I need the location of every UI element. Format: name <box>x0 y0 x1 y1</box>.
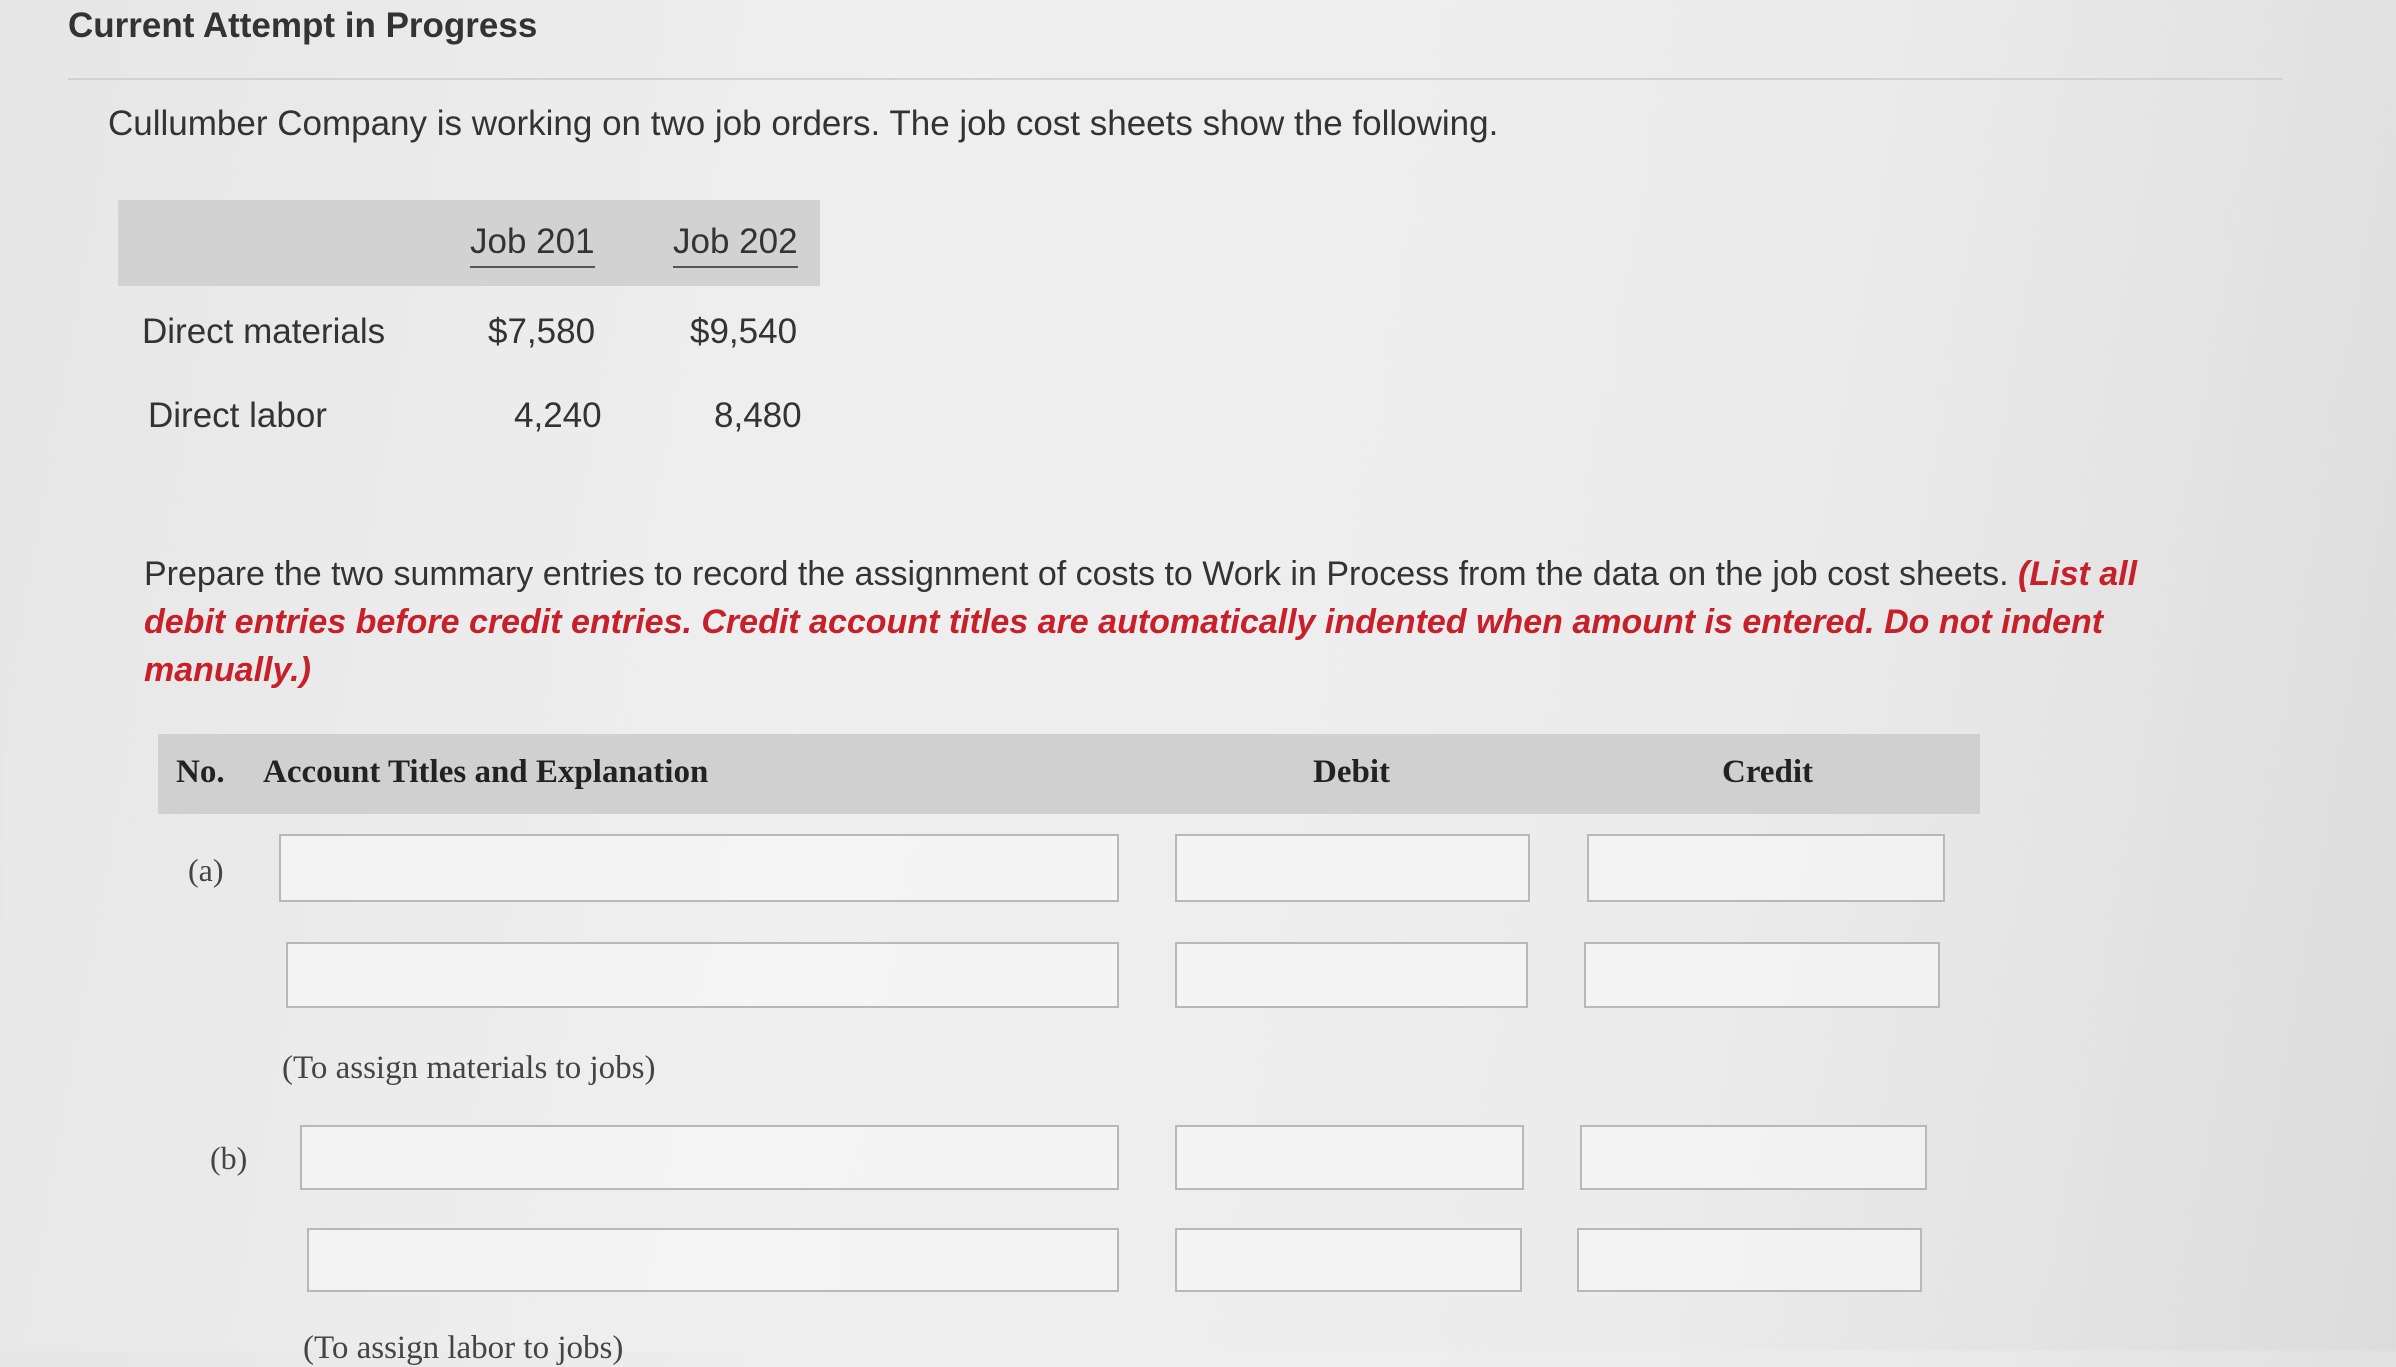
header-divider <box>68 78 2283 80</box>
instructions-plain: Prepare the two summary entries to recor… <box>144 555 2009 593</box>
debit-amount-field[interactable] <box>1175 942 1528 1008</box>
account-title-field[interactable] <box>279 834 1119 902</box>
row-label-direct-labor: Direct labor <box>148 396 327 435</box>
credit-amount-field[interactable] <box>1587 834 1945 902</box>
row-label-direct-materials: Direct materials <box>142 312 386 351</box>
job-201-direct-labor: 4,240 <box>514 396 602 435</box>
debit-amount-field[interactable] <box>1175 1125 1524 1190</box>
job-201-header: Job 201 <box>470 222 595 268</box>
job-table-row: Direct labor 4,240 8,480 <box>118 370 820 454</box>
account-title-field[interactable] <box>300 1125 1119 1190</box>
account-title-field[interactable] <box>286 942 1119 1008</box>
job-201-direct-materials: $7,580 <box>488 312 596 351</box>
entry-memo-b: (To assign labor to jobs) <box>303 1330 624 1366</box>
journal-header: No. Account Titles and Explanation Debit… <box>158 734 1980 814</box>
instructions-text: Prepare the two summary entries to recor… <box>144 550 2194 694</box>
debit-amount-field[interactable] <box>1175 834 1530 902</box>
account-title-field[interactable] <box>307 1228 1119 1292</box>
journal-header-credit: Credit <box>1722 754 1814 790</box>
entry-label-a: (a) <box>188 852 224 888</box>
journal-header-account: Account Titles and Explanation <box>263 754 709 790</box>
journal-header-no: No. <box>176 754 225 790</box>
job-table-row: Direct materials $7,580 $9,540 <box>118 286 820 370</box>
journal-header-debit: Debit <box>1313 754 1390 790</box>
credit-amount-field[interactable] <box>1580 1125 1927 1190</box>
entry-label-b: (b) <box>210 1140 248 1176</box>
job-202-direct-materials: $9,540 <box>690 312 798 351</box>
credit-amount-field[interactable] <box>1577 1228 1922 1292</box>
entry-memo-a: (To assign materials to jobs) <box>282 1050 656 1086</box>
job-202-header: Job 202 <box>673 222 798 268</box>
debit-amount-field[interactable] <box>1175 1228 1522 1292</box>
job-202-direct-labor: 8,480 <box>714 396 802 435</box>
job-cost-table: Job 201 Job 202 Direct materials $7,580 … <box>118 200 820 454</box>
page-header-title: Current Attempt in Progress <box>68 6 538 45</box>
job-table-header: Job 201 Job 202 <box>118 200 820 286</box>
credit-amount-field[interactable] <box>1584 942 1940 1008</box>
problem-intro: Cullumber Company is working on two job … <box>108 104 1499 143</box>
